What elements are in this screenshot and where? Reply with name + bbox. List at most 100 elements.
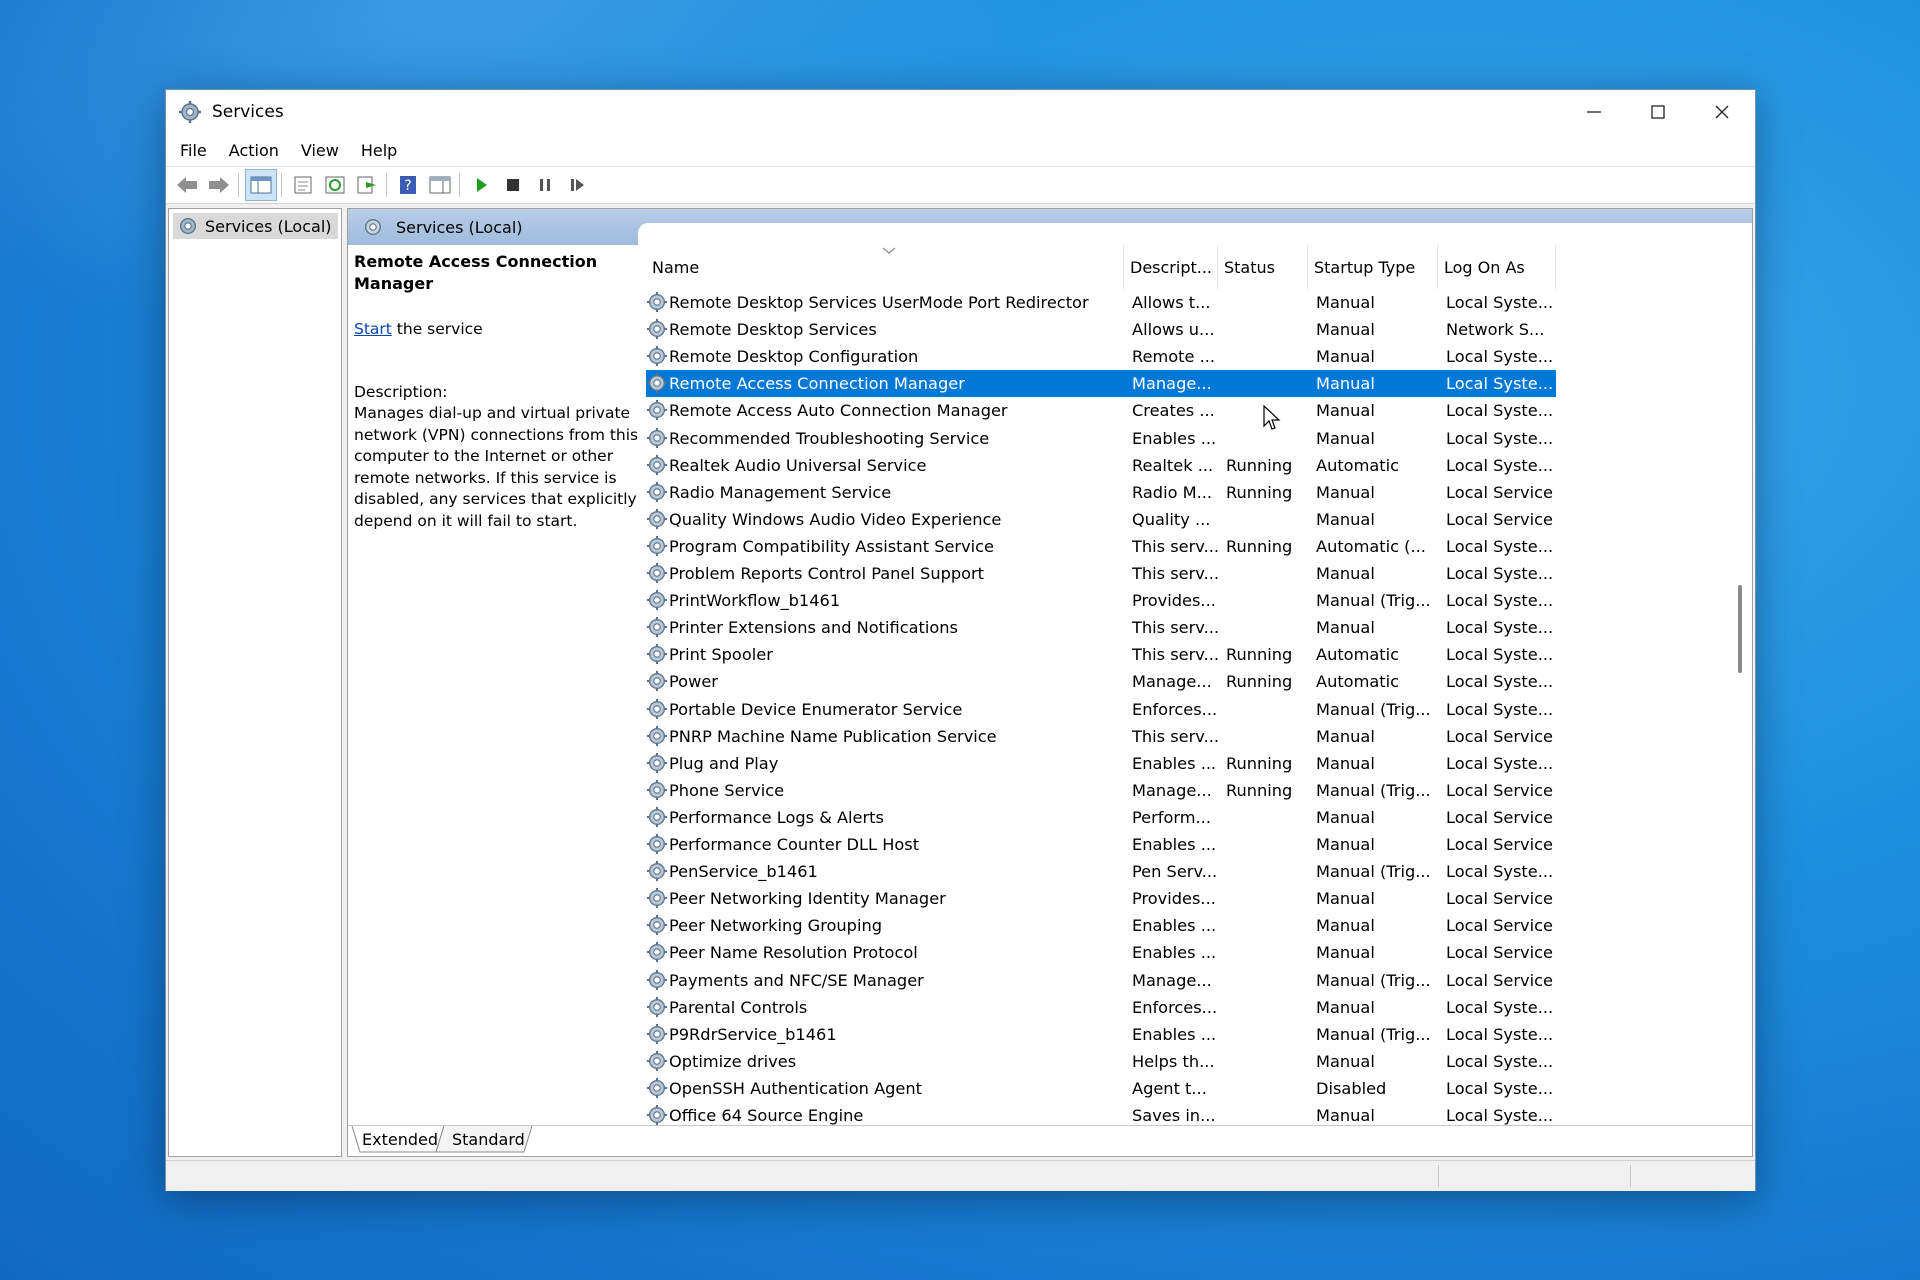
mouse-cursor-icon xyxy=(1263,405,1281,430)
services-gear-icon xyxy=(646,562,668,584)
restart-service-button[interactable] xyxy=(562,170,592,200)
service-row[interactable]: PNRP Machine Name Publication Service Thi… xyxy=(646,723,1556,750)
service-row[interactable]: Radio Management Service Radio M... Runnin… xyxy=(646,479,1556,506)
service-row[interactable]: Plug and Play Enables ... Running Manual Loc… xyxy=(646,750,1556,777)
service-startup-type-cell: Manual xyxy=(1316,943,1375,963)
play-icon xyxy=(477,178,487,192)
service-status-cell xyxy=(1226,994,1316,1021)
tab-extended[interactable]: Extended xyxy=(354,1126,446,1152)
back-button[interactable] xyxy=(172,170,202,200)
service-row[interactable]: Problem Reports Control Panel Support Thi… xyxy=(646,560,1556,587)
service-row[interactable]: PenService_b1461 Pen Serv... Manual (Trig.… xyxy=(646,858,1556,885)
help-button[interactable]: ? xyxy=(393,170,423,200)
service-row[interactable]: Phone Service Manage... Running Manual (Tri… xyxy=(646,777,1556,804)
service-row[interactable]: Remote Desktop Configuration Remote ... Ma… xyxy=(646,343,1556,370)
service-row[interactable]: Recommended Troubleshooting Service Enabl… xyxy=(646,425,1556,452)
service-logon-cell: Local Syste... xyxy=(1446,564,1554,583)
maximize-button[interactable] xyxy=(1626,90,1690,134)
services-gear-icon xyxy=(364,218,382,236)
service-startup-type-cell: Manual xyxy=(1316,1106,1375,1125)
close-button[interactable] xyxy=(1690,90,1754,134)
service-startup-type-cell: Manual xyxy=(1316,401,1375,421)
services-gear-icon xyxy=(646,1050,668,1071)
services-gear-icon xyxy=(646,996,668,1017)
stop-service-button[interactable] xyxy=(498,170,528,200)
service-startup-type-cell: Manual (Trig... xyxy=(1316,699,1431,719)
column-startup-type[interactable]: Startup Type xyxy=(1308,245,1438,289)
column-name[interactable]: Name xyxy=(646,245,1124,289)
service-row[interactable]: Remote Access Connection Manager Manage..… xyxy=(646,370,1556,398)
service-row[interactable]: Office 64 Source Engine Saves in... Manual… xyxy=(646,1102,1556,1126)
start-service-link[interactable]: Start xyxy=(354,320,392,338)
service-row[interactable]: Payments and NFC/SE Manager Manage... Manu… xyxy=(646,967,1556,994)
service-row[interactable]: OpenSSH Authentication Agent Agent t... Di… xyxy=(646,1075,1556,1102)
services-window: Services File Action View Help ? Service… xyxy=(165,89,1756,1191)
service-logon-cell: Local Syste... xyxy=(1446,536,1554,556)
start-service-button[interactable] xyxy=(466,170,496,200)
title-bar[interactable]: Services xyxy=(166,90,1755,134)
service-row[interactable]: Quality Windows Audio Video Experience Qu… xyxy=(646,506,1556,533)
service-row[interactable]: P9RdrService_b1461 Enables ... Manual (Tri… xyxy=(646,1021,1556,1048)
properties-button[interactable] xyxy=(288,170,318,200)
services-gear-icon xyxy=(179,217,197,235)
service-row[interactable]: Program Compatibility Assistant Service T… xyxy=(646,533,1556,560)
service-row[interactable]: Printer Extensions and Notifications This… xyxy=(646,614,1556,641)
service-description-cell: Helps th... xyxy=(1132,1051,1215,1071)
vertical-scrollbar[interactable] xyxy=(1728,245,1752,1126)
service-row[interactable]: Performance Counter DLL Host Enables ... M… xyxy=(646,831,1556,858)
service-row[interactable]: Remote Desktop Services Allows u... Manual… xyxy=(646,316,1556,343)
service-description-cell: Perform... xyxy=(1132,807,1211,827)
tab-standard[interactable]: Standard xyxy=(444,1126,533,1152)
export-list-button[interactable] xyxy=(352,170,382,200)
scrollbar-thumb[interactable] xyxy=(1738,585,1742,673)
refresh-button[interactable] xyxy=(320,170,350,200)
service-startup-type-cell: Manual (Trig... xyxy=(1316,780,1431,800)
service-startup-type-cell: Manual xyxy=(1316,482,1375,502)
forward-button[interactable] xyxy=(204,170,234,200)
service-row[interactable]: Performance Logs & Alerts Perform... Manua… xyxy=(646,804,1556,831)
service-startup-type-cell: Automatic xyxy=(1316,672,1400,692)
menu-help[interactable]: Help xyxy=(350,141,408,160)
service-row[interactable]: Optimize drives Helps th... Manual Local Sy… xyxy=(646,1048,1556,1075)
service-logon-cell: Local Service xyxy=(1446,835,1553,854)
service-name-cell: Phone Service xyxy=(669,780,785,800)
menu-view[interactable]: View xyxy=(290,141,350,160)
service-row[interactable]: Portable Device Enumerator Service Enforc… xyxy=(646,696,1556,723)
service-name-cell: Recommended Troubleshooting Service xyxy=(669,428,990,448)
service-status-cell xyxy=(1226,614,1316,641)
service-status-cell xyxy=(1226,1048,1316,1075)
services-gear-icon xyxy=(646,373,668,394)
services-gear-icon xyxy=(646,888,668,909)
pause-service-button[interactable] xyxy=(530,170,560,200)
service-description-cell: Quality ... xyxy=(1132,509,1211,529)
column-log-on-as[interactable]: Log On As xyxy=(1438,245,1556,289)
column-description[interactable]: Descript... xyxy=(1124,245,1218,289)
service-row[interactable]: Remote Access Auto Connection Manager Cre… xyxy=(646,397,1556,424)
service-row[interactable]: Peer Networking Identity Manager Provides… xyxy=(646,885,1556,912)
service-row[interactable]: Power Manage... Running Automatic Local Syst… xyxy=(646,668,1556,695)
service-logon-cell: Local Syste... xyxy=(1446,753,1554,773)
service-row[interactable]: Print Spooler This serv... Running Automati… xyxy=(646,641,1556,668)
service-row[interactable]: Peer Name Resolution Protocol Enables ...… xyxy=(646,939,1556,966)
content-header-title: Services (Local) xyxy=(348,209,652,245)
menu-action[interactable]: Action xyxy=(218,141,290,160)
column-status[interactable]: Status xyxy=(1218,245,1308,289)
service-description-cell: This serv... xyxy=(1132,726,1220,746)
service-row[interactable]: Remote Desktop Services UserMode Port Re… xyxy=(646,289,1556,316)
service-logon-cell: Local Service xyxy=(1446,943,1553,963)
status-separator xyxy=(1630,1165,1631,1187)
show-console-tree-button[interactable] xyxy=(245,169,277,201)
column-description-label: Descript... xyxy=(1130,257,1213,277)
service-name-cell: Office 64 Source Engine xyxy=(669,1106,864,1125)
service-startup-type-cell: Manual (Trig... xyxy=(1316,970,1431,990)
service-row[interactable]: PrintWorkflow_b1461 Provides... Manual (Tr… xyxy=(646,587,1556,614)
service-row[interactable]: Peer Networking Grouping Enables ... Manua… xyxy=(646,912,1556,939)
service-row[interactable]: Realtek Audio Universal Service Realtek .… xyxy=(646,452,1556,479)
show-action-pane-button[interactable] xyxy=(425,170,455,200)
menu-file[interactable]: File xyxy=(169,141,218,160)
tree-item-services-local[interactable]: Services (Local) xyxy=(173,213,338,239)
minimize-button[interactable] xyxy=(1562,90,1626,134)
service-row[interactable]: Parental Controls Enforces... Manual Local … xyxy=(646,994,1556,1021)
service-name-cell: PNRP Machine Name Publication Service xyxy=(669,726,997,746)
service-status-cell xyxy=(1226,696,1316,723)
